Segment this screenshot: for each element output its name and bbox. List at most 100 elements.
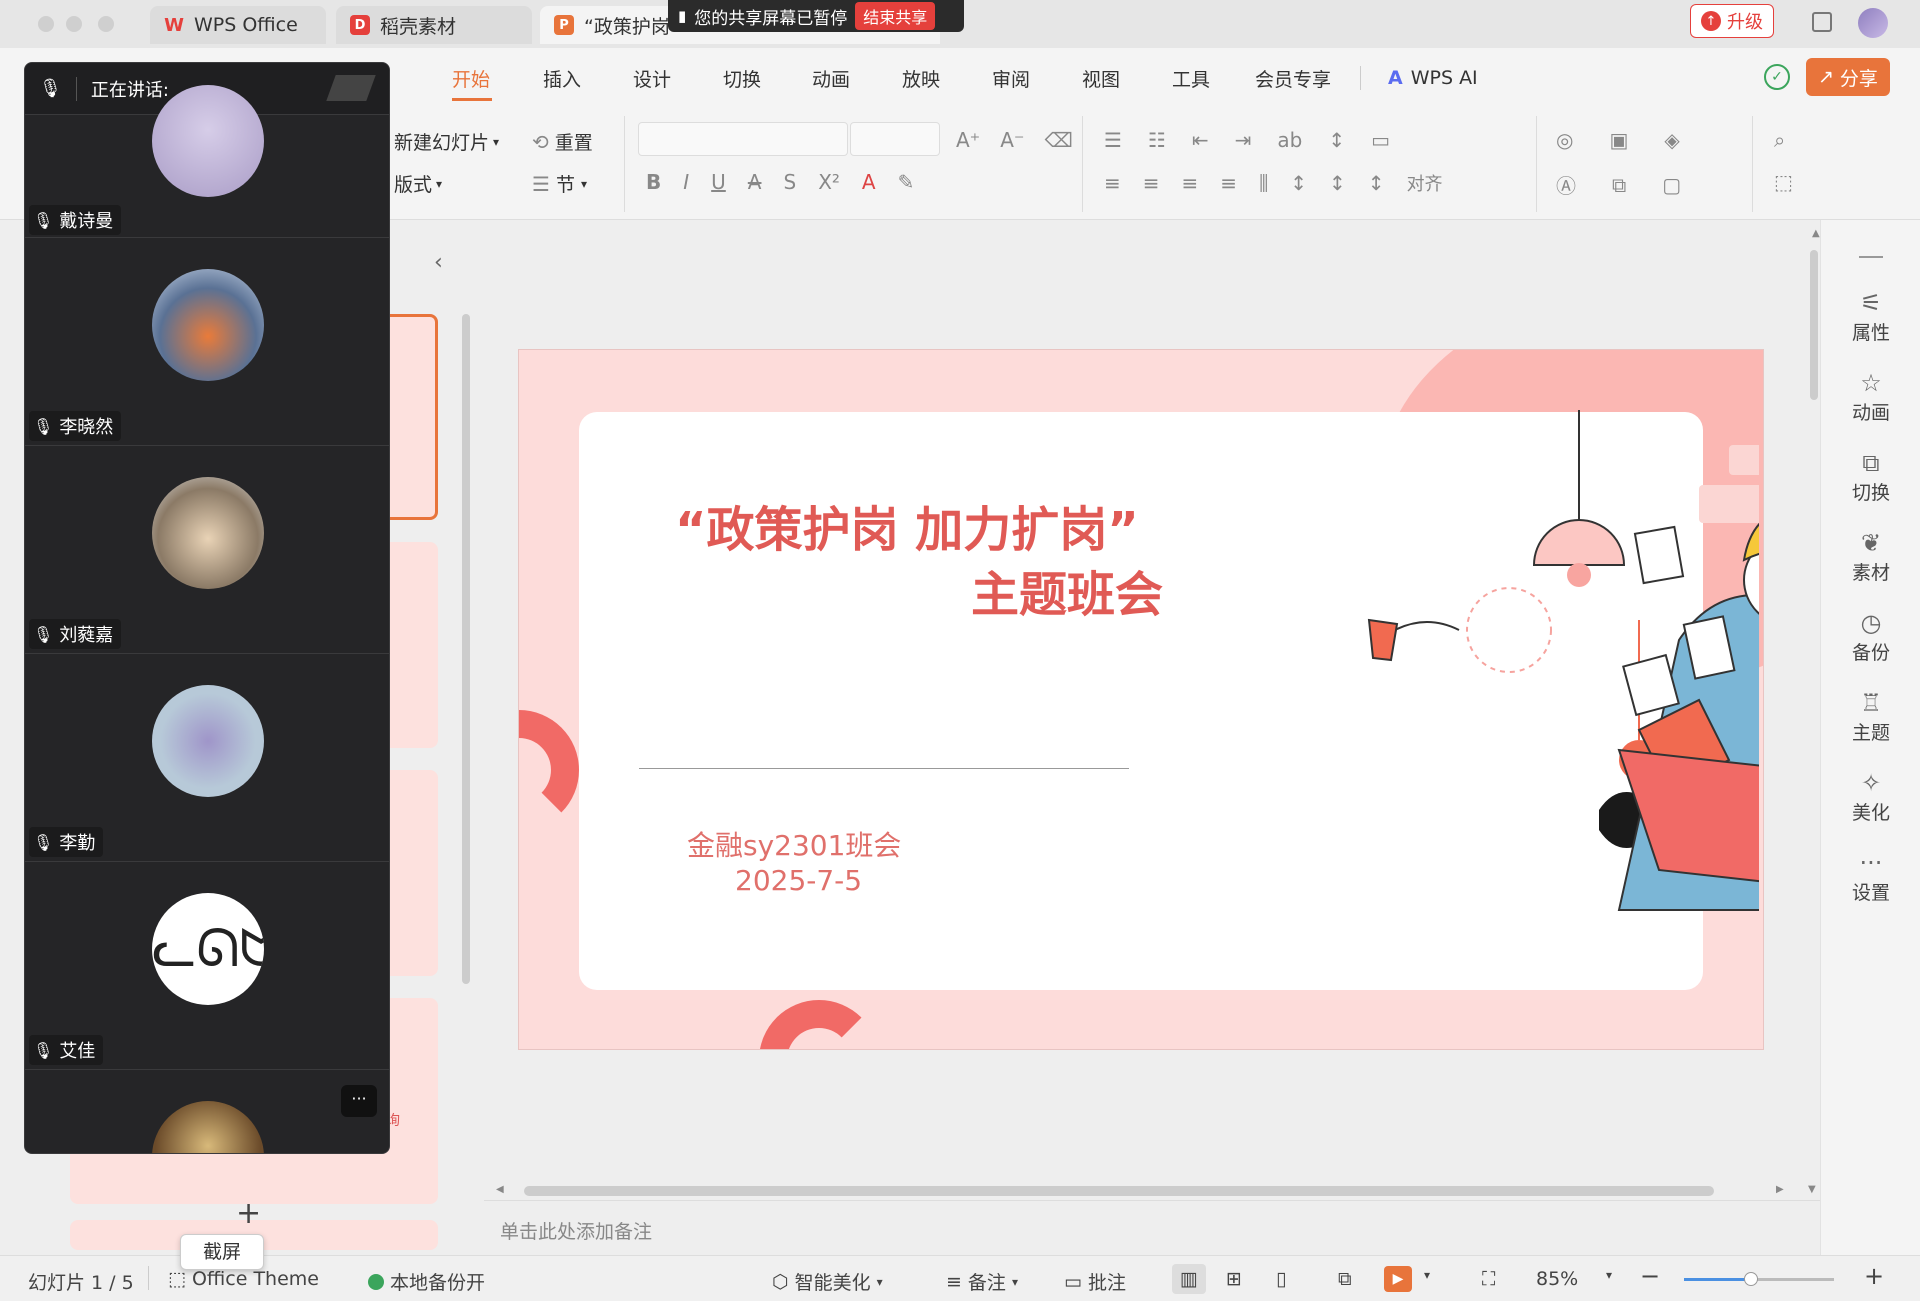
line-height-icon[interactable]: ↕	[1368, 171, 1385, 195]
share-button[interactable]: ↗ 分享	[1806, 58, 1890, 96]
mic-muted-icon[interactable]: 🎙	[39, 78, 62, 99]
sidebar-collapse-handle[interactable]	[1859, 256, 1883, 258]
chevron-down-icon[interactable]: ▾	[1424, 1268, 1430, 1282]
present-options-icon[interactable]: ⧉	[1338, 1268, 1352, 1290]
text-frame-icon[interactable]: Ⓐ	[1556, 170, 1576, 199]
sidebar-item-settings[interactable]: ··· 设置	[1821, 848, 1920, 918]
section-button[interactable]: ☰ 节 ▾	[532, 170, 587, 197]
zoom-in-icon[interactable]: +	[1864, 1262, 1884, 1290]
new-slide-button[interactable]: 新建幻灯片 ▾	[394, 128, 499, 155]
paragraph-spacing-icon[interactable]: ↕	[1290, 171, 1307, 195]
italic-icon[interactable]: I	[683, 170, 689, 194]
cloud-synced-icon[interactable]: ✓	[1764, 64, 1790, 90]
justify-icon[interactable]: ≡	[1220, 171, 1237, 195]
select-icon[interactable]: ⬚	[1774, 170, 1793, 194]
window-zoom-button[interactable]	[98, 16, 114, 32]
font-size-select[interactable]	[850, 122, 940, 156]
tab-wps-office[interactable]: W WPS Office	[150, 6, 326, 44]
zoom-level[interactable]: 85%	[1536, 1268, 1578, 1290]
collapse-pane-icon[interactable]: ‹	[434, 250, 443, 275]
end-share-button[interactable]: 结束共享	[855, 2, 936, 30]
sidebar-item-backup[interactable]: ◷ 备份	[1821, 608, 1920, 678]
align-left-icon[interactable]: ≡	[1104, 171, 1121, 195]
shape-icon[interactable]: ◎	[1556, 128, 1573, 152]
increase-indent-icon[interactable]: ⇥	[1235, 128, 1252, 152]
menu-wps-ai[interactable]: A WPS AI	[1388, 48, 1478, 108]
align-right-icon[interactable]: ≡	[1182, 171, 1199, 195]
align-label[interactable]: 对齐	[1407, 170, 1443, 196]
fill-icon[interactable]: ◈	[1664, 128, 1679, 152]
bold-icon[interactable]: B	[646, 170, 661, 194]
decrease-indent-icon[interactable]: ⇤	[1192, 128, 1209, 152]
sidebar-item-animation[interactable]: ☆ 动画	[1821, 368, 1920, 438]
tab-docer[interactable]: D 稻壳素材	[336, 6, 532, 44]
comments-button[interactable]: ▭ 批注	[1064, 1268, 1126, 1295]
scroll-right-icon[interactable]: ▶	[1776, 1184, 1784, 1195]
local-backup-toggle[interactable]: 本地备份开	[368, 1268, 485, 1295]
menu-insert[interactable]: 插入	[543, 48, 581, 108]
menu-tools[interactable]: 工具	[1172, 48, 1210, 108]
theme-indicator[interactable]: ⬚ Office Theme	[168, 1268, 319, 1290]
slide-sorter-icon[interactable]: ⊞	[1226, 1268, 1242, 1290]
outline-icon[interactable]: ▢	[1662, 173, 1681, 197]
menu-slideshow[interactable]: 放映	[902, 48, 940, 108]
underline-icon[interactable]: U	[711, 170, 726, 194]
restore-window-icon[interactable]	[1812, 12, 1832, 32]
find-icon[interactable]: ⌕	[1774, 128, 1785, 152]
normal-view-icon[interactable]: ▥	[1172, 1264, 1206, 1294]
zoom-slider-thumb[interactable]	[1744, 1272, 1758, 1286]
upgrade-button[interactable]: ↑ 升级	[1690, 4, 1774, 38]
smart-beautify-button[interactable]: ⬡ 智能美化 ▾	[772, 1268, 883, 1295]
picture-icon[interactable]: ▣	[1609, 128, 1628, 152]
font-family-select[interactable]	[638, 122, 848, 156]
vertical-scrollbar[interactable]	[1810, 250, 1818, 400]
scroll-left-icon[interactable]: ◀	[496, 1184, 504, 1195]
notes-pane[interactable]: 单击此处添加备注	[484, 1200, 1820, 1255]
zoom-out-icon[interactable]: −	[1640, 1262, 1660, 1290]
menu-transition[interactable]: 切换	[723, 48, 761, 108]
distribute-icon[interactable]: ⫼	[1259, 171, 1268, 195]
menu-design[interactable]: 设计	[633, 48, 671, 108]
sidebar-item-properties[interactable]: ⚟ 属性	[1821, 288, 1920, 358]
menu-review[interactable]: 审阅	[992, 48, 1030, 108]
decrease-font-icon[interactable]: A⁻	[1000, 128, 1024, 152]
strikethrough-icon[interactable]: A	[748, 170, 762, 194]
window-close-button[interactable]	[38, 16, 54, 32]
increase-font-icon[interactable]: A⁺	[956, 128, 980, 152]
add-slide-button[interactable]: +	[236, 1196, 261, 1231]
thumbnail-scrollbar[interactable]	[462, 314, 470, 984]
numbered-list-icon[interactable]: ☷	[1148, 128, 1166, 152]
arrange-icon[interactable]: ⧉	[1612, 173, 1626, 197]
chevron-down-icon[interactable]: ▾	[1606, 1268, 1612, 1282]
font-color-icon[interactable]: A	[862, 170, 876, 194]
scroll-down-icon[interactable]: ▼	[1808, 1184, 1816, 1195]
sidebar-item-transition[interactable]: ⧉ 切换	[1821, 448, 1920, 518]
window-minimize-button[interactable]	[66, 16, 82, 32]
participant-tile[interactable]: 🎙 戴诗曼	[25, 85, 389, 238]
menu-member[interactable]: 会员专享	[1255, 48, 1331, 108]
highlight-icon[interactable]: ✎	[898, 170, 915, 194]
sidebar-item-material[interactable]: ❦ 素材	[1821, 528, 1920, 598]
line-spacing-icon[interactable]: ↕	[1328, 128, 1345, 152]
participant-tile[interactable]: ᓚᘏᗢ 🎙艾佳	[25, 863, 389, 1070]
sidebar-item-theme[interactable]: ♖ 主题	[1821, 688, 1920, 758]
column-spacing-icon[interactable]: ↕	[1329, 171, 1346, 195]
play-slideshow-button[interactable]: ▶	[1384, 1266, 1412, 1292]
horizontal-scrollbar[interactable]	[524, 1186, 1714, 1196]
text-direction-icon[interactable]: ab	[1277, 128, 1302, 152]
participant-tile[interactable]: ···	[25, 1071, 389, 1153]
clear-format-icon[interactable]: ⌫	[1045, 128, 1073, 152]
superscript-icon[interactable]: X²	[818, 170, 840, 194]
layout-button[interactable]: 版式 ▾	[394, 170, 442, 197]
menu-animation[interactable]: 动画	[812, 48, 850, 108]
bullet-list-icon[interactable]: ☰	[1104, 128, 1122, 152]
scroll-up-icon[interactable]: ▲	[1812, 228, 1820, 239]
reading-view-icon[interactable]: ▯	[1276, 1268, 1286, 1290]
menu-view[interactable]: 视图	[1082, 48, 1120, 108]
panel-grip-icon[interactable]	[326, 75, 376, 101]
fit-window-icon[interactable]: ⛶	[1482, 1268, 1495, 1290]
notes-toggle[interactable]: ≡ 备注 ▾	[946, 1268, 1018, 1295]
participant-tile[interactable]: 🎙 刘蕤嘉	[25, 447, 389, 654]
more-options-button[interactable]: ···	[341, 1085, 377, 1117]
shadow-icon[interactable]: S	[783, 170, 796, 194]
